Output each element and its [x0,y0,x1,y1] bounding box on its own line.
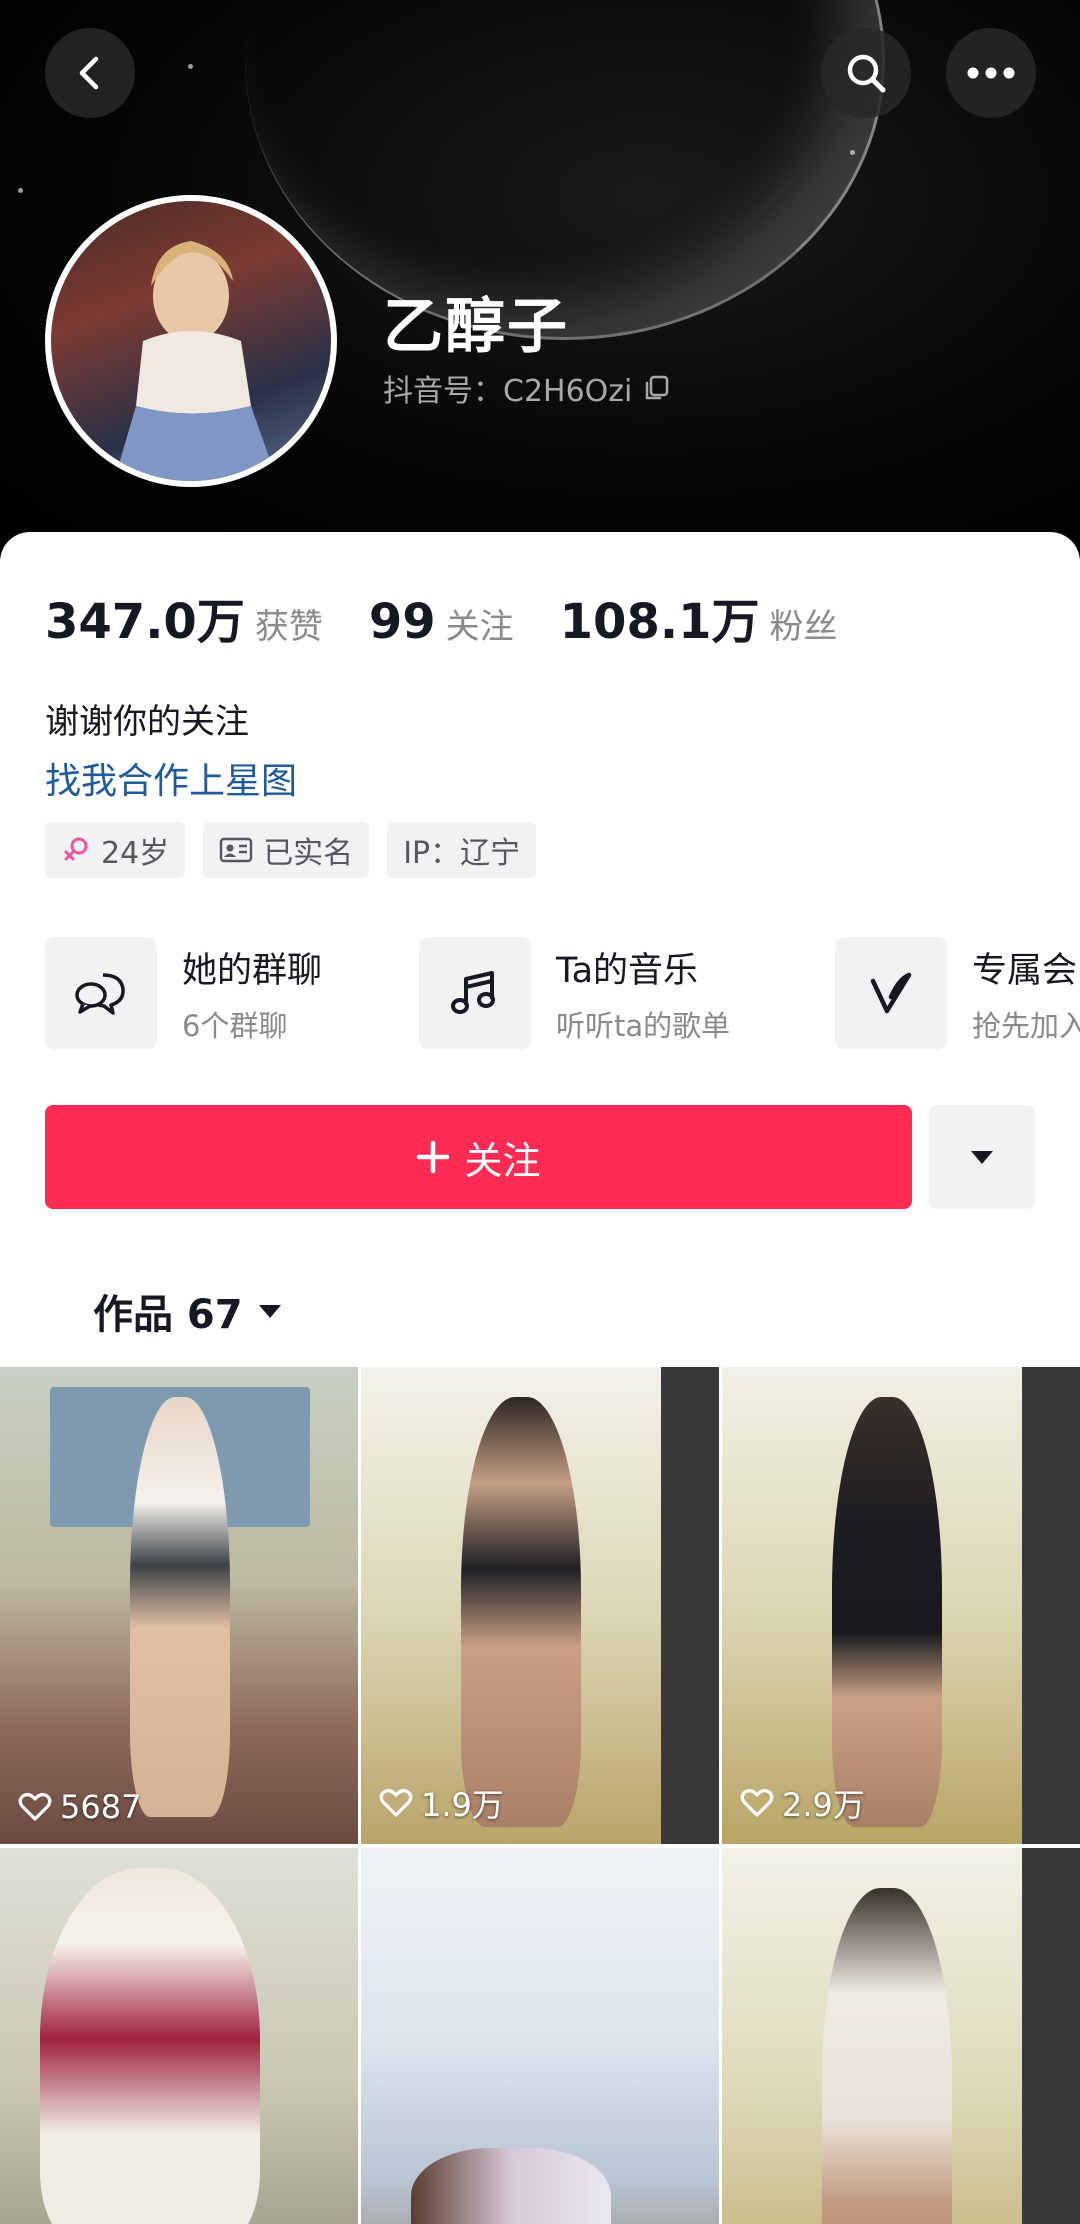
douyin-id[interactable]: 抖音号：C2H6Ozi [383,366,672,410]
membership-icon-box [835,937,947,1049]
follow-label: 关注 [464,1138,541,1183]
group-chat-subtitle: 6个群聊 [182,1008,288,1043]
video-thumbnail[interactable] [722,1848,1080,2224]
group-chat-icon-box [45,937,157,1049]
profile-page: 乙醇子 抖音号：C2H6Ozi 347.0万 获赞 99 关注 108.1万 粉… [0,0,1080,2224]
video-likes-count: 2.9万 [782,1786,865,1824]
id-card-icon [219,837,253,863]
profile-tags: 24岁 已实名 IP：辽宁 [45,822,537,878]
heart-icon [740,1788,774,1817]
search-button[interactable] [821,28,911,118]
avatar[interactable] [45,195,337,487]
cover-star [850,150,855,155]
douyin-id-text: 抖音号：C2H6Ozi [383,374,633,409]
video-thumbnail[interactable]: 1.9万 [361,1367,719,1844]
verified-label: 已实名 [263,836,354,871]
works-tab-label: 作品 67 [93,1292,243,1338]
age-label: 24岁 [101,836,170,871]
video-thumbnail[interactable] [361,1848,719,2224]
music-subtitle: 听听ta的歌单 [556,1008,731,1043]
cooperation-link[interactable]: 找我合作上星图 [45,752,297,804]
music-note-icon [451,971,495,1014]
music-title: Ta的音乐 [556,950,699,991]
female-icon [64,837,88,861]
video-likes-count: 1.9万 [421,1786,504,1824]
likes-count[interactable]: 347.0万 [45,582,245,652]
exclusive-membership-entry[interactable]: 专属会 抢先加入 [835,937,1080,1049]
group-chat-entry[interactable]: 她的群聊 6个群聊 [45,937,322,1049]
video-thumbnail[interactable] [0,1848,358,2224]
group-chat-title: 她的群聊 [182,950,323,991]
v-badge-icon [870,972,912,1014]
following-count[interactable]: 99 [369,594,436,650]
membership-subtitle: 抢先加入 [972,1008,1080,1043]
caret-down-icon [258,1305,281,1318]
cover-star [188,64,193,69]
membership-title: 专属会 [972,950,1078,991]
chevron-left-icon [79,56,99,90]
more-horizontal-icon [967,67,1015,79]
verified-tag: 已实名 [203,822,370,878]
profile-stats: 347.0万 获赞 99 关注 108.1万 粉丝 [45,582,883,652]
heart-icon [379,1788,413,1817]
ip-location-tag: IP：辽宁 [387,822,537,878]
caret-down-icon [971,1151,993,1164]
video-likes: 2.9万 [740,1780,865,1826]
profile-info-card: 347.0万 获赞 99 关注 108.1万 粉丝 谢谢你的关注 找我合作上星图… [0,532,1080,2224]
tab-works[interactable]: 作品 67 [93,1282,283,1340]
video-likes: 1.9万 [379,1780,504,1826]
video-thumbnail[interactable]: 5687 [0,1367,358,1844]
video-likes-count: 5687 [60,1788,142,1826]
follow-button[interactable]: 关注 [45,1105,912,1209]
music-entry[interactable]: Ta的音乐 听听ta的歌单 [419,937,730,1049]
heart-icon [18,1792,52,1821]
ip-location-label: IP：辽宁 [403,836,521,871]
feature-entries: 她的群聊 6个群聊 Ta的音乐 听听ta的歌单 专属会 抢先加入 [45,937,1080,1052]
video-thumbnail[interactable]: 2.9万 [722,1367,1080,1844]
video-likes: 5687 [18,1788,141,1826]
age-tag: 24岁 [45,822,186,878]
followers-label: 粉丝 [769,607,838,647]
search-icon [847,54,886,93]
avatar-photo [113,241,278,481]
following-label: 关注 [445,607,514,647]
more-button[interactable] [946,28,1036,118]
recommend-dropdown-button[interactable] [929,1105,1035,1209]
followers-count[interactable]: 108.1万 [560,582,760,652]
music-icon-box [419,937,531,1049]
group-chat-icon [75,973,125,1015]
bio-text: 谢谢你的关注 [45,702,249,742]
back-button[interactable] [45,28,135,118]
display-name: 乙醇子 [383,292,569,362]
cover-star [18,188,23,193]
copy-icon[interactable] [642,373,672,403]
plus-icon [417,1140,450,1174]
likes-label: 获赞 [254,607,323,647]
